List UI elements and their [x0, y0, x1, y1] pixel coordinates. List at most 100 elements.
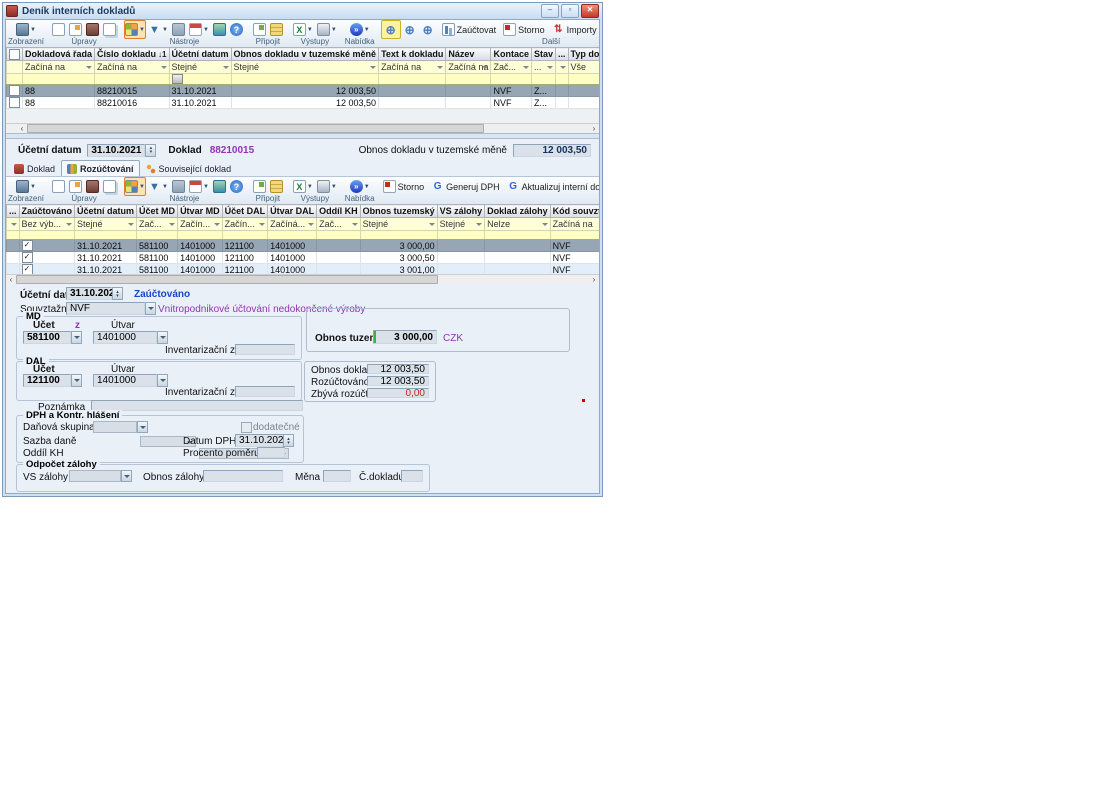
- date-spinner[interactable]: [112, 287, 123, 300]
- filter-button[interactable]: ▼▼: [146, 21, 170, 38]
- grid-cell[interactable]: 88210015: [95, 85, 169, 97]
- grid-cell[interactable]: [437, 240, 485, 252]
- grid-cell[interactable]: 3 000,50: [360, 252, 437, 264]
- calendar-button[interactable]: ▼: [187, 21, 211, 38]
- grid-cell[interactable]: [437, 252, 485, 264]
- zobrazeni-menu-button[interactable]: ▼: [14, 21, 38, 38]
- grid-cell[interactable]: [555, 97, 568, 109]
- image-button[interactable]: [211, 21, 228, 38]
- ucet-md-dropdown-button[interactable]: [71, 331, 82, 344]
- grid-cell[interactable]: 1401000: [268, 252, 317, 264]
- grid-cell[interactable]: 31.10.2021: [75, 264, 137, 274]
- grid-cell[interactable]: 1401000: [268, 264, 317, 274]
- grid-cell[interactable]: NVF: [550, 252, 599, 264]
- column-header[interactable]: Doklad zálohy: [485, 205, 551, 218]
- grid-cell[interactable]: [485, 240, 551, 252]
- grid-cell[interactable]: 581100: [137, 252, 178, 264]
- utvar-md-field[interactable]: 1401000: [93, 331, 157, 344]
- column-header[interactable]: Obnos tuzemský: [360, 205, 437, 218]
- grid-cell[interactable]: [7, 240, 20, 252]
- table-row[interactable]: 888821001631.10.202112 003,50NVFZ...: [7, 97, 600, 109]
- edit-record-button[interactable]: [67, 21, 84, 38]
- copy-record-button[interactable]: [101, 178, 118, 195]
- tab-doklad[interactable]: Doklad: [8, 160, 61, 176]
- column-header[interactable]: ...: [555, 48, 568, 61]
- new-record-button[interactable]: [50, 21, 67, 38]
- obnos-tuzemsky-field[interactable]: 3 000,00: [373, 330, 437, 344]
- filter-cell[interactable]: Nelze: [485, 218, 551, 231]
- grid-cell[interactable]: 1401000: [178, 240, 223, 252]
- filter-cell[interactable]: Bez výb...: [19, 218, 75, 231]
- print-button[interactable]: ▼: [315, 21, 339, 38]
- grid-cell[interactable]: [568, 97, 599, 109]
- grid-cell[interactable]: ✓: [19, 252, 75, 264]
- obnos-field[interactable]: 12 003,50: [513, 144, 591, 157]
- grid-cell[interactable]: ✓: [19, 264, 75, 274]
- column-header[interactable]: Účet MD: [137, 205, 178, 218]
- table-row[interactable]: 888821001531.10.202112 003,50NVFZ...: [7, 85, 600, 97]
- tab-souvisejici-doklad[interactable]: Související doklad: [140, 160, 238, 176]
- storno-button[interactable]: Storno: [501, 21, 547, 38]
- vs-zalohy-combo[interactable]: [69, 470, 121, 482]
- filter-cell[interactable]: Začín...: [178, 218, 223, 231]
- grid-cell[interactable]: NVF: [550, 240, 599, 252]
- grid-cell[interactable]: [485, 264, 551, 274]
- grid-cell[interactable]: NVF: [550, 264, 599, 274]
- filter-cell[interactable]: Stejné: [231, 61, 379, 74]
- column-header[interactable]: Účetní datum: [75, 205, 137, 218]
- zauctovat-button[interactable]: Zaúčtovat: [440, 21, 499, 38]
- procento-pomeru-field[interactable]: [257, 447, 285, 458]
- column-header[interactable]: Zaúčtováno: [19, 205, 75, 218]
- grid2-horizontal-scrollbar[interactable]: ‹ ›: [6, 274, 599, 284]
- poznamka-field[interactable]: [91, 400, 303, 411]
- date-spinner[interactable]: [283, 434, 294, 447]
- column-header[interactable]: Dokladová řada: [23, 48, 95, 61]
- souvztaznost-dropdown-button[interactable]: [145, 302, 156, 315]
- minimize-button[interactable]: –: [541, 4, 559, 18]
- grid-cell[interactable]: NVF: [491, 85, 532, 97]
- ucetni-datum-field[interactable]: 31.10.2021: [66, 287, 112, 300]
- column-header[interactable]: Text k dokladu: [379, 48, 446, 61]
- tab-rozuctovani[interactable]: Rozúčtování: [61, 160, 140, 176]
- tags-button[interactable]: [170, 21, 187, 38]
- dodatecne-checkbox[interactable]: [241, 422, 252, 433]
- table-row[interactable]: ✓31.10.2021581100140100012110014010003 0…: [7, 252, 600, 264]
- grid-cell[interactable]: 31.10.2021: [169, 85, 231, 97]
- ucet-dal-field[interactable]: 121100: [23, 374, 71, 387]
- column-header[interactable]: Číslo dokladu↓1: [95, 48, 169, 61]
- grid-cell[interactable]: [7, 264, 20, 274]
- inv-znak-md-field[interactable]: [235, 344, 295, 355]
- grid-cell[interactable]: Z...: [531, 97, 555, 109]
- grid-cell[interactable]: 12 003,50: [231, 85, 379, 97]
- souvztaznost-field[interactable]: NVF: [66, 302, 145, 315]
- filter-cell[interactable]: Zač...: [491, 61, 532, 74]
- filter-cell[interactable]: [555, 61, 568, 74]
- danova-skupina-combo[interactable]: [93, 421, 137, 433]
- unchecked-checkbox-icon[interactable]: [9, 97, 20, 108]
- grid-cell[interactable]: [317, 240, 361, 252]
- grid1-horizontal-scrollbar[interactable]: ‹ ›: [6, 123, 599, 133]
- tags-button[interactable]: [170, 178, 187, 195]
- grid-cell[interactable]: [568, 85, 599, 97]
- grid-cell[interactable]: 88: [23, 85, 95, 97]
- calendar-button[interactable]: ▼: [187, 178, 211, 195]
- obnos-zalohy-field[interactable]: [203, 470, 283, 482]
- export-button[interactable]: X▼: [291, 21, 315, 38]
- delete-record-button[interactable]: [84, 21, 101, 38]
- importy-button[interactable]: ⇅Importy: [550, 21, 599, 38]
- column-header[interactable]: Stav: [531, 48, 555, 61]
- datum-dph-field[interactable]: 31.10.2021: [235, 434, 283, 447]
- filter-cell[interactable]: Zač...: [137, 218, 178, 231]
- filter-cell[interactable]: ...: [531, 61, 555, 74]
- print-button[interactable]: ▼: [315, 178, 339, 195]
- target-3-button[interactable]: ⊕: [419, 21, 437, 38]
- utvar-dal-dropdown-button[interactable]: [157, 374, 168, 387]
- grid-cell[interactable]: [317, 252, 361, 264]
- help-button[interactable]: ?: [228, 178, 245, 195]
- checked-checkbox-icon[interactable]: ✓: [22, 252, 33, 263]
- filter-cell[interactable]: Stejné: [169, 61, 231, 74]
- column-header[interactable]: Název: [446, 48, 491, 61]
- grid-cell[interactable]: [446, 85, 491, 97]
- column-header[interactable]: ...: [7, 205, 20, 218]
- menu-button[interactable]: »▼: [348, 21, 372, 38]
